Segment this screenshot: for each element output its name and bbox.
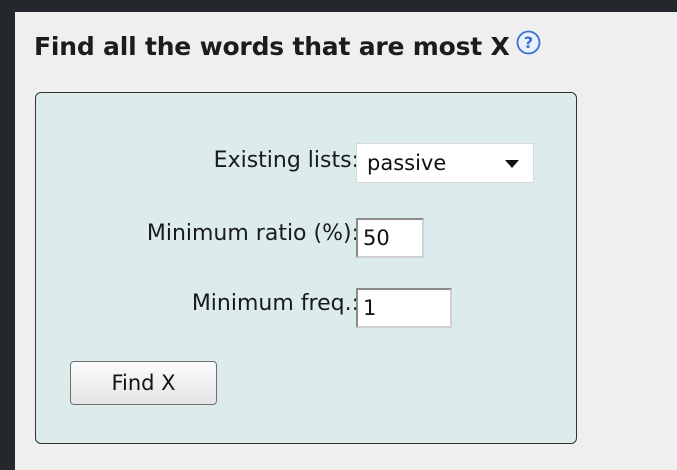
- svg-text:?: ?: [523, 33, 532, 52]
- existing-lists-select[interactable]: passive: [356, 143, 534, 183]
- minimum-freq-input[interactable]: 1: [356, 288, 452, 328]
- minimum-ratio-input[interactable]: 50: [356, 218, 424, 258]
- page-title: Find all the words that are most X: [34, 31, 510, 61]
- minimum-freq-label: Minimum freq.:: [191, 291, 359, 316]
- chevron-down-icon: [505, 160, 519, 168]
- find-x-button[interactable]: Find X: [70, 361, 217, 405]
- main-panel: Find all the words that are most X ? Exi…: [15, 12, 677, 470]
- title-row: Find all the words that are most X ?: [34, 28, 541, 64]
- find-x-form: Existing lists: passive Minimum ratio (%…: [35, 92, 577, 444]
- existing-lists-label: Existing lists:: [213, 148, 359, 173]
- question-circle-icon[interactable]: ?: [516, 30, 541, 55]
- minimum-ratio-label: Minimum ratio (%):: [146, 221, 359, 246]
- existing-lists-selected-value: passive: [367, 151, 447, 175]
